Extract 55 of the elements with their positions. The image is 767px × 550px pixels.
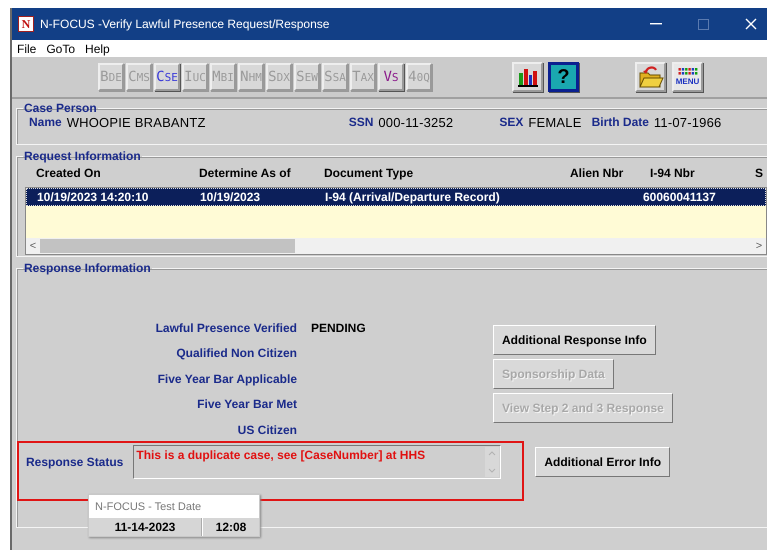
field-label: Five Year Bar Met — [196, 397, 297, 412]
field-value: 11-07-1966 — [654, 115, 722, 130]
scroll-thumb[interactable] — [40, 239, 295, 253]
table-row[interactable]: 10/19/2023 14:20:10 10/19/2023 I-94 (Arrival/Departure Record) 60060041137 — [26, 188, 766, 206]
folder-icon — [638, 65, 664, 89]
minimize-icon[interactable] — [650, 23, 662, 25]
field-label: Five Year Bar Applicable — [156, 372, 297, 386]
status-message: This is a duplicate case, see [CaseNumber] at HHS — [135, 446, 426, 464]
close-icon[interactable] — [745, 18, 757, 30]
column-header: Determine As of — [199, 166, 292, 180]
field-label: Birth Date — [592, 115, 649, 130]
column-header: Alien Nbr — [569, 166, 624, 180]
field-value: 000-11-3252 — [378, 115, 454, 130]
grid-dots-icon — [678, 68, 698, 76]
table-cell-text: 60060041137 — [643, 190, 717, 204]
table-cell-text: 10/19/2023 14:20:10 — [37, 190, 150, 204]
column-header: Created On — [36, 166, 102, 180]
group-title: Request Information — [23, 149, 142, 163]
field-label: US Citizen — [236, 422, 297, 437]
folder-button[interactable] — [635, 62, 666, 92]
field-label: Qualified Non Citizen — [175, 346, 297, 360]
column-header: S — [755, 166, 764, 180]
field-label: SEX — [499, 115, 524, 130]
status-text-area[interactable]: This is a duplicate case, see [CaseNumber] at HHS — [133, 444, 502, 478]
app-logo-icon: N — [18, 16, 34, 32]
menu-item[interactable]: Help — [85, 42, 110, 56]
field-value: FEMALE — [528, 115, 582, 130]
help-button[interactable]: ? — [548, 62, 579, 92]
popup-title: N-FOCUS - Test Date — [94, 500, 202, 515]
table-cell-text: 10/19/2023 — [200, 190, 262, 204]
field-label: Lawful Presence Verified — [154, 320, 297, 335]
field-value: PENDING — [311, 320, 366, 335]
action-button[interactable]: Additional Response Info — [493, 325, 656, 355]
menu-item[interactable]: GoTo — [46, 42, 76, 56]
scroll-left-arrow[interactable]: < — [26, 240, 40, 252]
field-label: SSN — [348, 115, 374, 130]
field-label: Name — [29, 115, 62, 130]
menu-button[interactable]: MENU — [672, 62, 703, 92]
chart-button[interactable] — [512, 62, 543, 92]
column-header: I-94 Nbr — [650, 166, 696, 180]
column-header: Document Type — [324, 166, 414, 180]
table-cell-text: I-94 (Arrival/Departure Record) — [325, 190, 501, 204]
additional-error-info-button[interactable]: Additional Error Info — [535, 446, 670, 476]
time-value: 12:08 — [214, 519, 248, 536]
vertical-scrollbar[interactable] — [485, 446, 500, 476]
group-title: Case Person — [23, 101, 98, 115]
menu-item[interactable]: File — [17, 42, 36, 56]
window-title: N-FOCUS -Verify Lawful Presence Request/Response — [40, 17, 330, 31]
bar-chart-icon — [516, 67, 538, 87]
field-value: WHOOPIE BRABANTZ — [66, 115, 206, 130]
field-label: Response Status — [26, 454, 124, 468]
scroll-right-arrow[interactable]: > — [752, 240, 766, 252]
date-value: 11-14-2023 — [89, 518, 203, 536]
group-title: Response Information — [23, 261, 152, 275]
horizontal-scrollbar[interactable]: < > — [26, 238, 766, 254]
